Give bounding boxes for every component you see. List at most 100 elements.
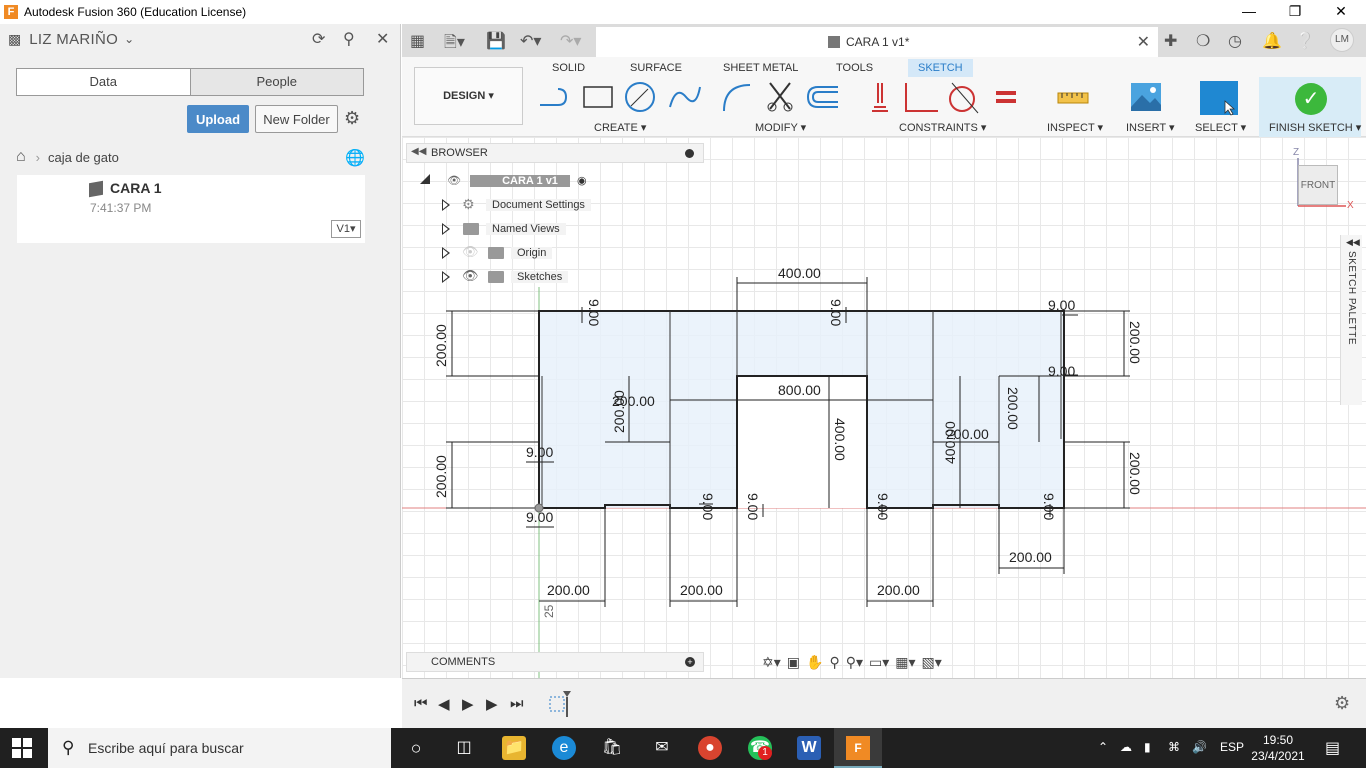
document-tab[interactable]: CARA 1 v1* ✕ [596, 27, 1158, 57]
dim-inner-right-height[interactable]: 200.00 [1005, 387, 1021, 430]
version-dropdown[interactable]: V1▾ [331, 220, 361, 238]
avatar[interactable]: LM [1330, 28, 1354, 52]
tab-sketch[interactable]: SKETCH [908, 59, 973, 77]
dim-top-width[interactable]: 400.00 [778, 265, 821, 281]
measure-icon[interactable] [1056, 81, 1090, 115]
volume-icon[interactable]: 🔊 [1192, 740, 1207, 754]
go-to-end-icon[interactable]: ⏭ [510, 695, 524, 712]
file-explorer-icon[interactable]: 📁 [502, 736, 526, 760]
upload-button[interactable]: Upload [187, 105, 249, 133]
breadcrumb-folder[interactable]: caja de gato [48, 150, 119, 165]
browser-node-named-views[interactable]: Named Views [486, 219, 566, 239]
language-indicator[interactable]: ESP [1220, 740, 1244, 754]
browser-root-node[interactable]: 👁 CARA 1 v1 ◉ [420, 171, 587, 191]
collapse-double-chevron-icon[interactable]: ◀◀ [411, 146, 426, 157]
cortana-icon[interactable]: ○ [404, 736, 428, 760]
sketch-palette[interactable]: ◀◀ SKETCH PALETTE [1340, 235, 1362, 405]
expand-triangle-icon[interactable] [442, 271, 450, 283]
expand-triangle-icon[interactable] [442, 223, 450, 235]
dim-inner-right-height2[interactable]: 400.00 [942, 421, 958, 464]
dim-bottom-left-width[interactable]: 200.00 [547, 582, 590, 598]
mail-icon[interactable]: ✉ [650, 736, 674, 760]
close-window-button[interactable]: ✕ [1318, 0, 1364, 24]
dim-right-height-top[interactable]: 200.00 [1127, 321, 1143, 364]
taskbar-clock[interactable]: 19:50 23/4/2021 [1248, 732, 1308, 764]
restore-button[interactable]: ❐ [1272, 0, 1318, 24]
viewports-icon[interactable]: ▧▾ [922, 654, 942, 671]
new-folder-button[interactable]: New Folder [255, 105, 338, 133]
user-name[interactable]: LIZ MARIÑO [29, 31, 118, 48]
create-menu[interactable]: CREATE ▾ [594, 121, 646, 134]
eye-icon[interactable]: 👁 [462, 268, 479, 284]
browser-node-origin[interactable]: Origin [511, 243, 553, 263]
notifications-center-icon[interactable]: ▤ [1325, 738, 1340, 758]
dim-thickness-bottom-3[interactable]: 9.00 [875, 493, 891, 520]
minimize-panel-icon[interactable] [685, 149, 694, 158]
task-view-icon[interactable]: ◫ [452, 736, 476, 760]
onedrive-icon[interactable]: ☁ [1120, 740, 1132, 754]
fit-icon[interactable]: ⚲▾ [846, 654, 863, 671]
help-icon[interactable]: ❔ [1295, 31, 1315, 51]
save-icon[interactable]: 💾 [486, 31, 506, 51]
browser-node-document-settings[interactable]: Document Settings [486, 195, 591, 215]
select-icon[interactable] [1199, 81, 1239, 117]
dim-right-height-bottom[interactable]: 200.00 [1127, 452, 1143, 495]
tab-people[interactable]: People [189, 69, 363, 95]
dim-thickness-top-center[interactable]: 9.00 [828, 299, 844, 326]
dim-left-height[interactable]: 200.00 [433, 324, 449, 367]
orbit-icon[interactable]: ✡▾ [762, 654, 781, 671]
grid-settings-icon[interactable]: ▦▾ [895, 654, 915, 671]
workspace-switcher[interactable]: DESIGN ▾ [414, 67, 523, 125]
insert-menu[interactable]: INSERT ▾ [1126, 121, 1175, 134]
windows-start-button[interactable] [12, 738, 32, 758]
constraints-icons[interactable] [868, 81, 1018, 115]
globe-icon[interactable]: 🌐 [345, 148, 365, 168]
refresh-icon[interactable]: ⟳ [312, 29, 325, 49]
zoom-icon[interactable]: ⚲ [829, 654, 839, 671]
dim-inner-left-height[interactable]: 200.00 [611, 390, 627, 433]
notifications-icon[interactable]: 🔔 [1262, 31, 1282, 51]
finish-sketch-button[interactable]: ✓ FINISH SKETCH ▾ [1259, 77, 1361, 137]
constraints-menu[interactable]: CONSTRAINTS ▾ [899, 121, 986, 134]
step-forward-icon[interactable]: ▶ [486, 695, 498, 713]
modify-tools-icons[interactable] [720, 81, 840, 115]
microsoft-store-icon[interactable]: 🛍 [600, 736, 624, 760]
search-icon[interactable]: ⚲ [343, 29, 355, 49]
eye-hidden-icon[interactable]: 👁 [462, 244, 479, 260]
dim-thickness-mid-right[interactable]: 9.00 [1048, 363, 1075, 379]
expand-triangle-icon[interactable] [442, 247, 450, 259]
chevron-down-icon[interactable]: ⌄ [124, 32, 134, 46]
create-tools-icons[interactable] [536, 81, 716, 115]
job-status-icon[interactable]: ◷ [1228, 31, 1242, 51]
expand-triangle-icon[interactable] [420, 174, 430, 184]
battery-icon[interactable]: ▮ [1144, 740, 1151, 754]
dim-thickness-top-right[interactable]: 9.00 [1048, 297, 1075, 313]
tab-data[interactable]: Data [17, 69, 190, 95]
viewcube-front[interactable]: FRONT [1298, 165, 1338, 205]
select-menu[interactable]: SELECT ▾ [1195, 121, 1246, 134]
chrome-browser-icon[interactable]: ● [698, 736, 722, 760]
edge-browser-icon[interactable]: e [552, 736, 576, 760]
look-at-icon[interactable]: ▣ [787, 654, 800, 671]
file-menu-icon[interactable]: 🗎▾ [444, 31, 465, 58]
taskbar-search[interactable]: ⚲ Escribe aquí para buscar [48, 728, 391, 768]
comments-panel[interactable]: COMMENTS + [406, 652, 704, 672]
expand-double-chevron-icon[interactable]: ◀◀ [1346, 237, 1360, 248]
minimize-button[interactable]: — [1226, 0, 1272, 24]
gear-icon[interactable]: ⚙ [1334, 693, 1350, 714]
browser-panel-header[interactable]: ◀◀ BROWSER [406, 143, 704, 163]
dim-left-height-bottom[interactable]: 200.00 [433, 455, 449, 498]
redo-icon[interactable]: ↷▾ [560, 31, 581, 51]
add-comment-icon[interactable]: + [685, 657, 695, 667]
play-icon[interactable]: ▶ [462, 695, 474, 713]
extensions-icon[interactable]: ❍ [1196, 31, 1210, 51]
dim-center-height[interactable]: 400.00 [832, 418, 848, 461]
tab-solid[interactable]: SOLID [542, 59, 595, 77]
display-settings-icon[interactable]: ▭▾ [869, 654, 889, 671]
tab-surface[interactable]: SURFACE [620, 59, 692, 77]
word-icon[interactable]: W [797, 736, 821, 760]
timeline-sketch-feature-icon[interactable] [547, 689, 575, 719]
dim-thickness-left[interactable]: 9.00 [526, 444, 553, 460]
undo-icon[interactable]: ↶▾ [520, 31, 541, 51]
team-icon[interactable]: ▩ [8, 31, 21, 48]
